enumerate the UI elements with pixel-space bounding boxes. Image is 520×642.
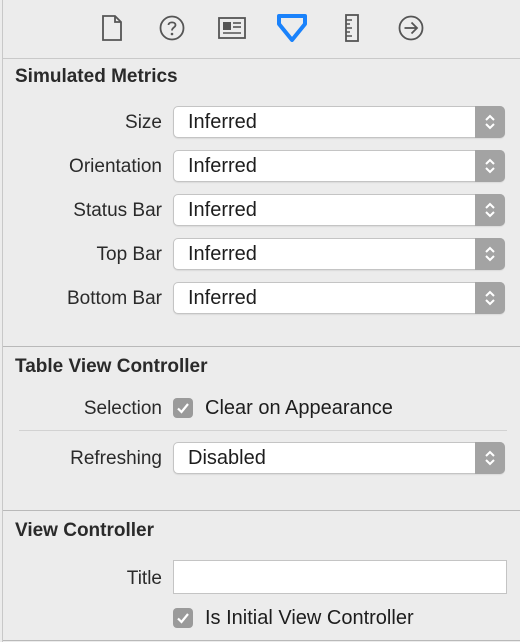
bottom-bar-value: Inferred bbox=[188, 287, 257, 309]
refreshing-popup[interactable]: Disabled bbox=[173, 442, 505, 474]
title-label: Title bbox=[126, 568, 162, 589]
top-bar-label: Top Bar bbox=[96, 244, 162, 265]
attributes-icon bbox=[277, 14, 307, 42]
table-view-controller-title: Table View Controller bbox=[15, 356, 208, 377]
chevron-updown-icon bbox=[475, 282, 505, 314]
size-label: Size bbox=[125, 112, 162, 133]
chevron-updown-icon bbox=[475, 238, 505, 270]
orientation-popup[interactable]: Inferred bbox=[173, 150, 505, 182]
section-divider bbox=[3, 640, 520, 641]
file-icon bbox=[102, 15, 122, 41]
status-bar-value: Inferred bbox=[188, 199, 257, 221]
quick-help-tab[interactable] bbox=[157, 13, 187, 43]
bottom-bar-label: Bottom Bar bbox=[66, 288, 162, 309]
checkmark-icon bbox=[177, 403, 189, 414]
orientation-label: Orientation bbox=[69, 156, 162, 177]
attributes-inspector-tab[interactable] bbox=[277, 13, 307, 43]
view-controller-title: View Controller bbox=[15, 520, 155, 541]
refreshing-label: Refreshing bbox=[70, 448, 162, 469]
connections-icon bbox=[398, 15, 424, 41]
checkmark-icon bbox=[177, 613, 189, 624]
status-bar-label: Status Bar bbox=[73, 200, 162, 221]
size-inspector-tab[interactable] bbox=[337, 13, 367, 43]
row-divider bbox=[19, 430, 507, 431]
status-bar-popup[interactable]: Inferred bbox=[173, 194, 505, 226]
ruler-icon bbox=[345, 14, 359, 42]
bottom-bar-popup[interactable]: Inferred bbox=[173, 282, 505, 314]
size-value: Inferred bbox=[188, 111, 257, 133]
section-divider bbox=[3, 346, 520, 347]
section-divider bbox=[3, 510, 520, 511]
size-popup[interactable]: Inferred bbox=[173, 106, 505, 138]
title-input[interactable] bbox=[173, 560, 507, 594]
identity-inspector-tab[interactable] bbox=[217, 13, 247, 43]
help-icon bbox=[159, 15, 185, 41]
chevron-updown-icon bbox=[475, 106, 505, 138]
top-bar-value: Inferred bbox=[188, 243, 257, 265]
top-bar-popup[interactable]: Inferred bbox=[173, 238, 505, 270]
inspector-tab-bar bbox=[3, 0, 520, 59]
chevron-updown-icon bbox=[475, 194, 505, 226]
file-inspector-tab[interactable] bbox=[97, 13, 127, 43]
clear-on-appearance-label[interactable]: Clear on Appearance bbox=[205, 397, 393, 420]
selection-label: Selection bbox=[83, 398, 162, 419]
attributes-inspector-panel: Simulated Metrics Size Inferred Orientat… bbox=[2, 0, 520, 642]
chevron-updown-icon bbox=[475, 150, 505, 182]
refreshing-value: Disabled bbox=[188, 447, 266, 469]
identity-icon bbox=[218, 17, 246, 39]
is-initial-view-controller-label[interactable]: Is Initial View Controller bbox=[205, 607, 414, 630]
simulated-metrics-title: Simulated Metrics bbox=[15, 66, 178, 87]
orientation-value: Inferred bbox=[188, 155, 257, 177]
clear-on-appearance-checkbox[interactable] bbox=[173, 398, 193, 418]
connections-inspector-tab[interactable] bbox=[396, 13, 426, 43]
chevron-updown-icon bbox=[475, 442, 505, 474]
is-initial-view-controller-checkbox[interactable] bbox=[173, 608, 193, 628]
